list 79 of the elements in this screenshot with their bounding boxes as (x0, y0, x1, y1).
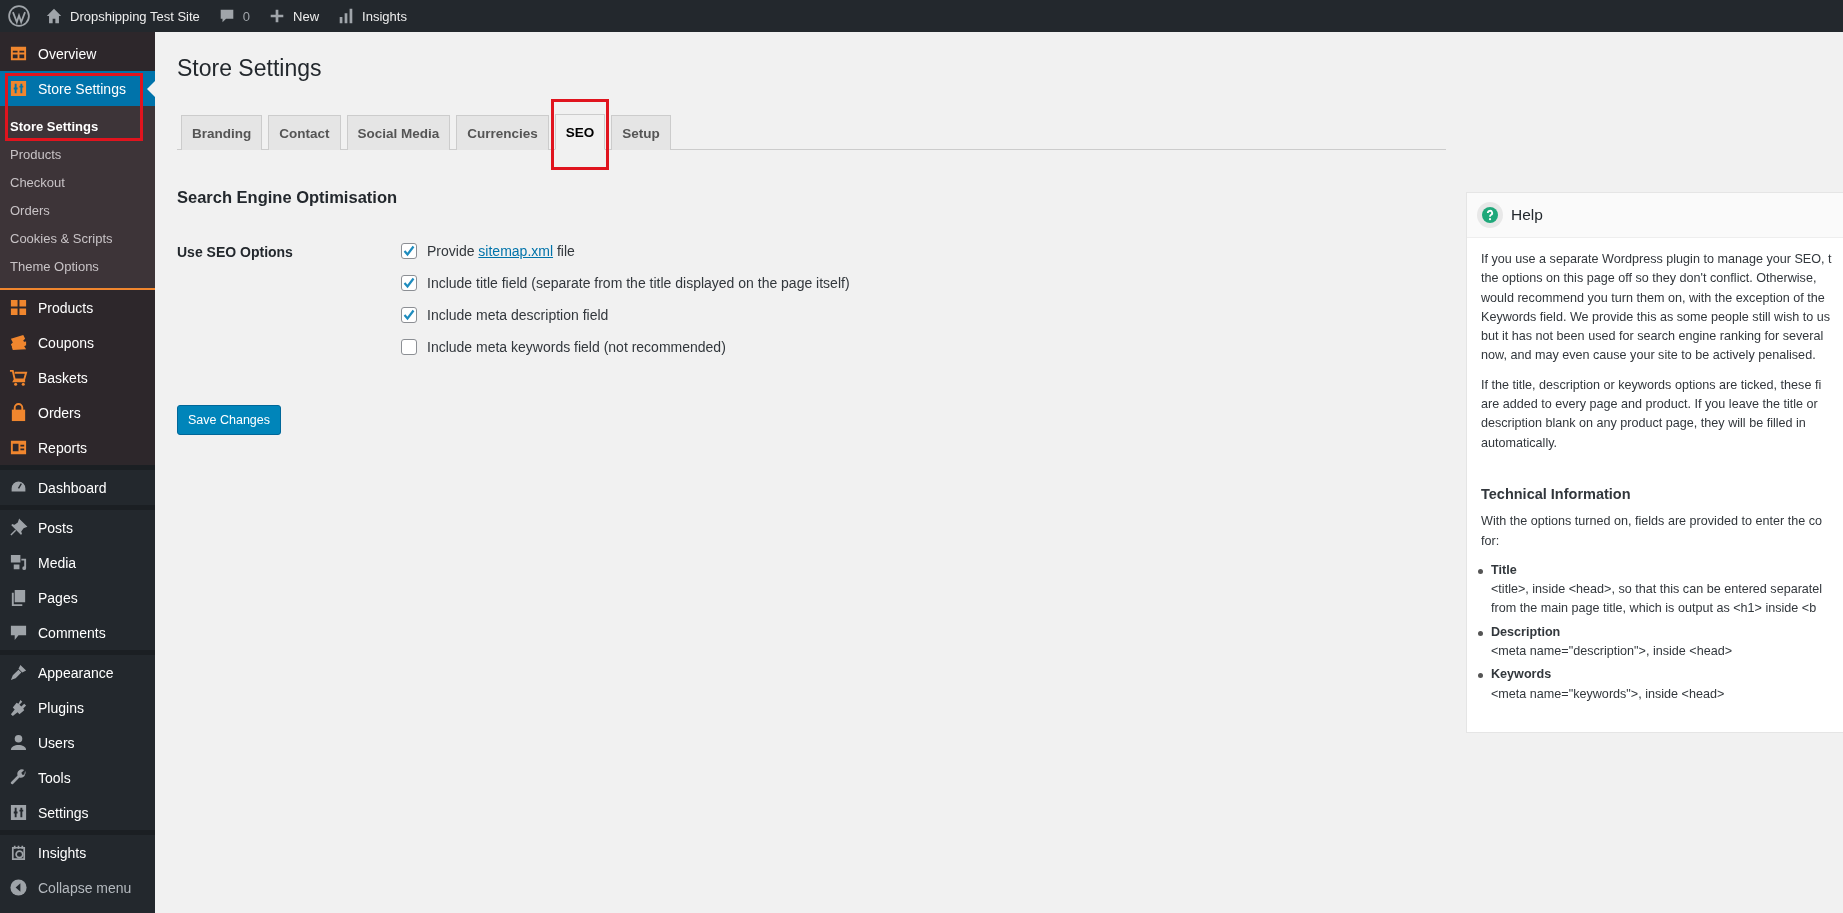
menu-item[interactable]: Dashboard (0, 470, 155, 505)
bullet-icon (1478, 630, 1483, 636)
menu-item[interactable]: Appearance (0, 655, 155, 690)
submenu-item[interactable]: Products (0, 140, 155, 168)
help-paragraph: With the options turned on, fields are provided to enter the co for: (1481, 513, 1823, 550)
checkbox[interactable] (401, 339, 417, 355)
checkbox-label: Include meta keywords field (not recommended) (427, 339, 726, 355)
tab[interactable]: Social Media (346, 115, 451, 150)
checkbox-label: Provide sitemap.xml file (427, 243, 575, 259)
menu-item[interactable]: Users (0, 725, 155, 760)
tab[interactable]: Currencies (456, 115, 549, 150)
menu-item[interactable]: Coupons (0, 325, 155, 360)
tab[interactable]: Setup (611, 115, 671, 150)
submenu-item[interactable]: Orders (0, 196, 155, 224)
checkbox-label: Include title field (separate from the title displayed on the page itself) (427, 275, 850, 291)
comments-link[interactable]: 0 (208, 0, 260, 32)
menu-item[interactable]: Orders (0, 395, 155, 430)
menu-item[interactable]: Tools (0, 760, 155, 795)
media-icon (8, 553, 28, 572)
menu-item[interactable]: Posts (0, 510, 155, 545)
help-paragraph: If the title, description or keywords options are ticked, these fi are added to every page and product. If you leave the title or description blank on any product page, they will be filled in automatically. (1481, 376, 1823, 452)
help-term: Title (1491, 561, 1517, 579)
insights-link[interactable]: Insights (328, 0, 416, 32)
collapse-icon (8, 878, 28, 897)
help-description: <meta name="description">, inside <head> (1491, 643, 1733, 661)
tickets-icon (8, 333, 28, 352)
plug-icon (8, 698, 28, 717)
menu-item[interactable]: Reports (0, 430, 155, 465)
wordpress-logo-icon (8, 5, 30, 27)
menu-item[interactable]: Comments (0, 615, 155, 650)
menu-item[interactable]: Products (0, 290, 155, 325)
menu-item[interactable]: Collapse menu (0, 870, 155, 905)
section-title: Search Engine Optimisation (177, 188, 398, 207)
home-icon (45, 7, 63, 25)
checkbox-label: Include meta description field (427, 307, 609, 323)
tab[interactable]: Contact (268, 115, 341, 150)
help-term: Description (1491, 623, 1561, 641)
menu-item[interactable]: Baskets (0, 360, 155, 395)
menu-item[interactable]: Plugins (0, 690, 155, 725)
cart-icon (8, 368, 28, 387)
tab[interactable]: SEO (554, 114, 606, 150)
page-title: Store Settings (177, 55, 322, 82)
technical-info-heading: Technical Information (1481, 484, 1631, 504)
save-changes-button[interactable]: Save Changes (177, 405, 281, 435)
sitemap-link[interactable]: sitemap.xml (478, 243, 554, 259)
new-content-link[interactable]: New (259, 0, 329, 32)
help-term: Keywords (1491, 666, 1552, 684)
menu-item[interactable]: Settings (0, 795, 155, 830)
site-name-link[interactable]: Dropshipping Test Site (36, 0, 209, 32)
submenu-item[interactable]: Theme Options (0, 252, 155, 280)
checkbox[interactable] (401, 243, 417, 259)
tab[interactable]: Branding (181, 115, 263, 150)
report-icon (8, 438, 28, 457)
menu-item[interactable]: Insights (0, 835, 155, 870)
sliders-icon (8, 803, 28, 822)
field-label: Use SEO Options (177, 244, 293, 260)
help-paragraph: If you use a separate Wordpress plugin to manage your SEO, t the options on this page off so they don't conflict. Otherwise, would recommend you turn them on, with the exception of the Keywords field. We provide this as some people still wish to us but it has not been used for search engine ranking for several now, and may even cause your site to be actively penalised. (1481, 251, 1833, 365)
menu-item[interactable]: Overview (0, 36, 155, 71)
user-icon (8, 733, 28, 752)
checkbox[interactable] (401, 307, 417, 323)
grid-icon (8, 298, 28, 317)
table-icon (8, 44, 28, 63)
bullet-icon (1478, 568, 1483, 574)
paintbrush-icon (8, 663, 28, 682)
help-title: Help (1511, 206, 1543, 224)
menu-item[interactable]: Media (0, 545, 155, 580)
speech-bubble-icon (8, 623, 28, 642)
wrench-icon (8, 768, 28, 787)
help-description: <title>, inside <head>, so that this can be entered separatel from the main page title, which is output as <h1> inside <b (1491, 581, 1823, 618)
checkbox[interactable] (401, 275, 417, 291)
pushpin-icon (8, 518, 28, 537)
sliders-icon (8, 79, 28, 98)
help-icon (1477, 202, 1503, 228)
submenu-item[interactable]: Store Settings (0, 112, 155, 140)
bullet-icon (1478, 673, 1483, 679)
submenu-item[interactable]: Cookies & Scripts (0, 224, 155, 252)
menu-item[interactable]: Pages (0, 580, 155, 615)
submenu-item[interactable]: Checkout (0, 168, 155, 196)
help-description: <meta name="keywords">, inside <head> (1491, 685, 1725, 703)
